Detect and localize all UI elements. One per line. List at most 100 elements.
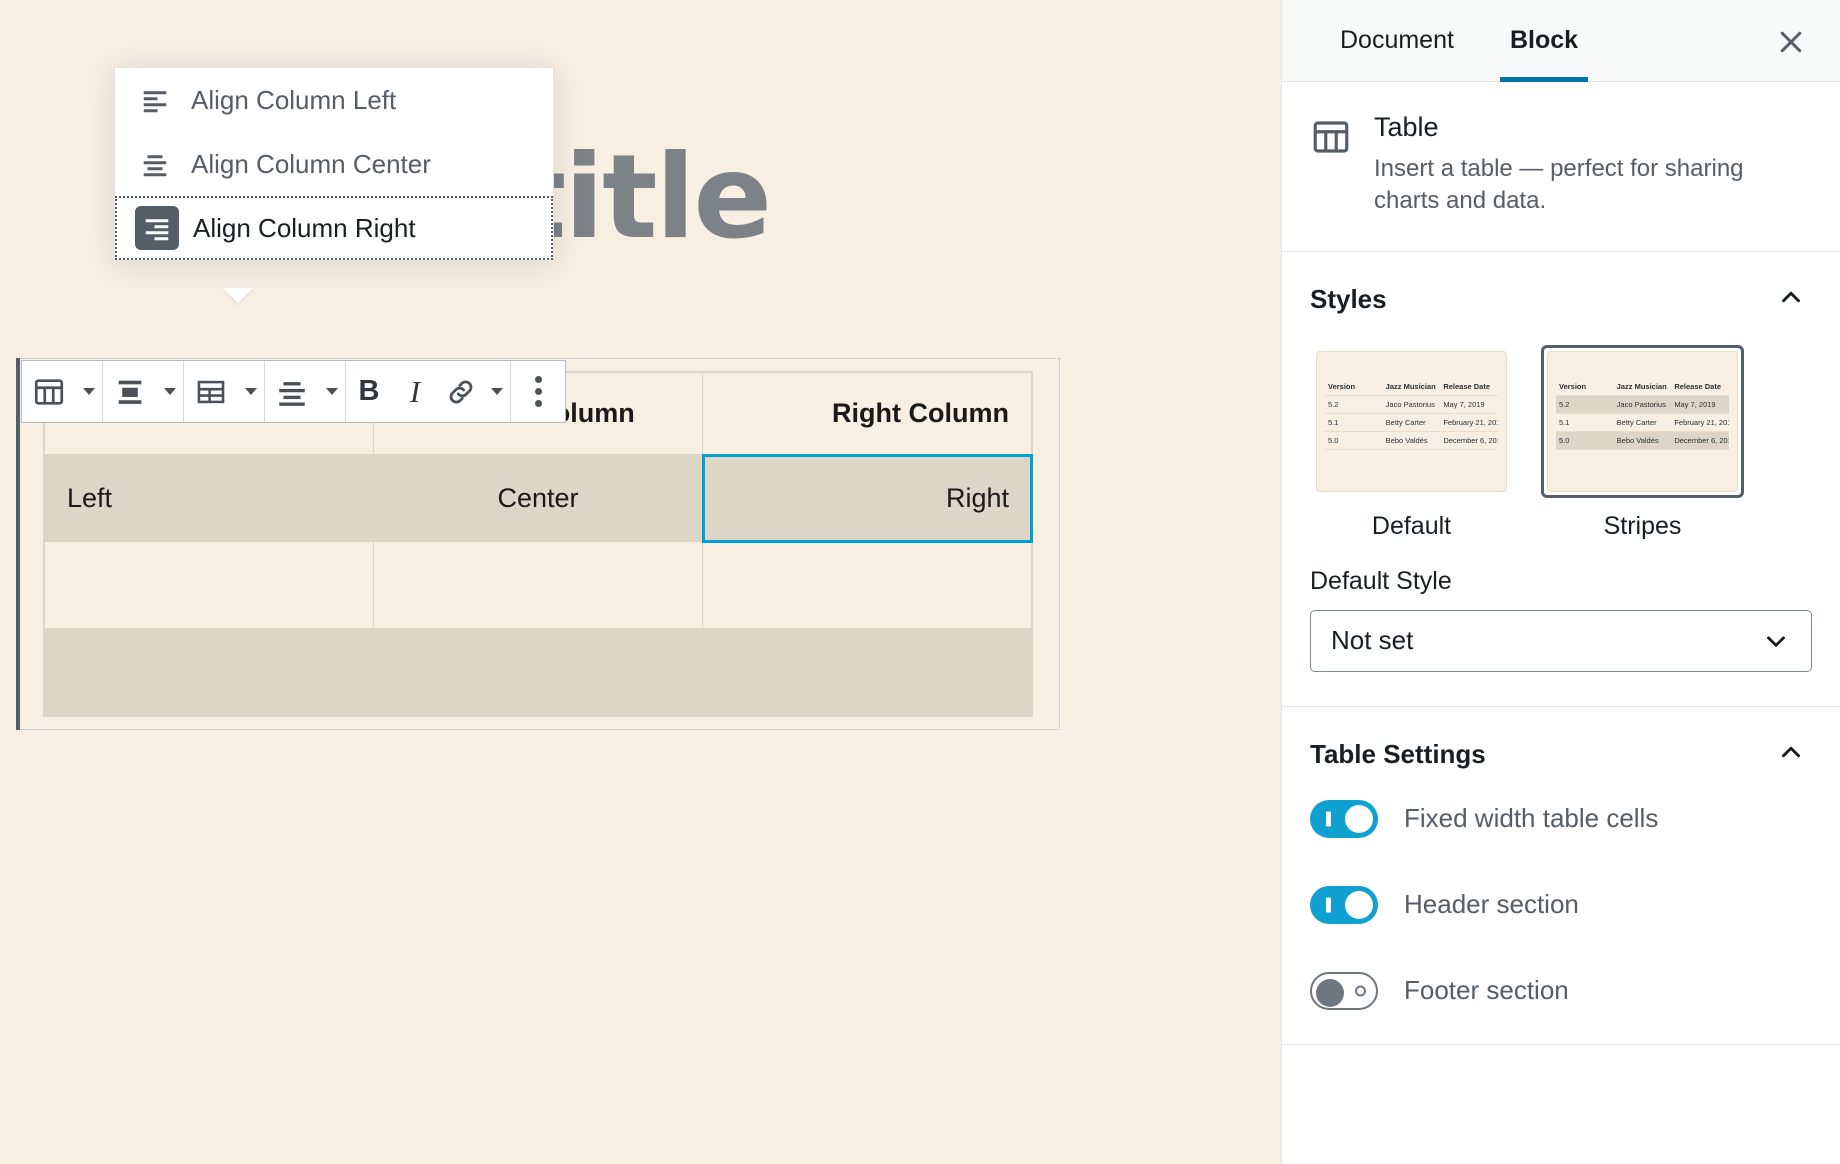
toggle-knob — [1345, 891, 1373, 919]
table-settings-panel-title: Table Settings — [1310, 739, 1486, 770]
style-preview-stripes: Version Jazz Musician Release Date 5.2 J… — [1541, 345, 1744, 498]
styles-panel-title: Styles — [1310, 284, 1387, 315]
table-cell[interactable] — [45, 542, 374, 629]
menu-item-label: Align Column Right — [193, 213, 416, 244]
chevron-up-icon — [1776, 737, 1806, 772]
toggle-label: Header section — [1404, 889, 1579, 920]
edit-table-caret-icon[interactable] — [238, 361, 264, 422]
caret-down-icon — [326, 388, 338, 395]
menu-item-align-column-right[interactable]: Align Column Right — [115, 196, 553, 260]
table-cell[interactable] — [45, 629, 374, 716]
block-align-caret-icon[interactable] — [157, 361, 183, 422]
preview-cell: 5.1 — [1556, 413, 1614, 431]
toggle-row-header-section: Header section — [1310, 886, 1812, 924]
column-alignment-button[interactable] — [265, 361, 319, 422]
table-cell[interactable]: Left — [45, 455, 374, 542]
header-section-toggle[interactable] — [1310, 886, 1378, 924]
gutenberg-editor-screen: title Left Column Center Column Right Co… — [0, 0, 1840, 1164]
caret-down-icon — [164, 388, 176, 395]
style-preview-default: Version Jazz Musician Release Date 5.2 J… — [1310, 345, 1513, 498]
style-option-default[interactable]: Version Jazz Musician Release Date 5.2 J… — [1310, 345, 1513, 541]
preview-cell: Betty Carter — [1614, 413, 1672, 431]
table-cell[interactable] — [374, 629, 703, 716]
table-icon — [1310, 112, 1352, 217]
menu-item-align-column-center[interactable]: Align Column Center — [115, 132, 553, 196]
sidebar-tabs: Document Block — [1282, 0, 1840, 82]
default-style-select[interactable]: Not set — [1310, 610, 1812, 672]
popover-tail — [223, 288, 253, 303]
table-cell[interactable] — [703, 542, 1032, 629]
table-row — [45, 629, 1032, 716]
table-cell[interactable] — [374, 542, 703, 629]
preview-header-cell: Version — [1325, 372, 1383, 396]
more-options-button[interactable] — [511, 361, 565, 422]
block-title: Table — [1374, 112, 1806, 143]
preview-cell: December 6, 2018 — [1440, 431, 1498, 449]
more-rich-text-caret-icon[interactable] — [484, 361, 510, 422]
block-description: Insert a table — perfect for sharing cha… — [1374, 153, 1806, 217]
fixed-width-toggle[interactable] — [1310, 800, 1378, 838]
italic-button[interactable]: I — [392, 361, 438, 422]
table-header-cell[interactable]: Right Column — [703, 373, 1032, 455]
edit-table-button[interactable] — [184, 361, 238, 422]
bold-label: B — [359, 377, 380, 406]
preview-row: 5.0 Bebo Valdés December 6, 2018 — [1556, 431, 1729, 449]
toggle-on-mark — [1326, 897, 1331, 912]
style-variations: Version Jazz Musician Release Date 5.2 J… — [1310, 345, 1812, 541]
toolbar-group-more — [511, 361, 565, 422]
vertical-dots-icon — [535, 376, 542, 407]
style-option-stripes[interactable]: Version Jazz Musician Release Date 5.2 J… — [1541, 345, 1744, 541]
tab-document[interactable]: Document — [1312, 0, 1482, 82]
align-center-icon — [133, 142, 177, 186]
tab-block[interactable]: Block — [1482, 0, 1606, 82]
toggle-label: Fixed width table cells — [1404, 803, 1658, 834]
block-type-caret-icon[interactable] — [76, 361, 102, 422]
style-preview-inner: Version Jazz Musician Release Date 5.2 J… — [1547, 351, 1738, 492]
preview-table: Version Jazz Musician Release Date 5.2 J… — [1556, 372, 1729, 450]
toggle-knob — [1316, 979, 1344, 1007]
styles-panel: Styles Version — [1282, 252, 1840, 707]
preview-cell: Bebo Valdés — [1614, 431, 1672, 449]
table-body: Left Center Right — [45, 455, 1032, 716]
preview-cell: Jaco Pastorius — [1614, 395, 1672, 413]
preview-header-cell: Release Date — [1440, 372, 1498, 396]
table-settings-panel-body: Fixed width table cells Header section F… — [1282, 800, 1840, 1044]
toggle-row-fixed-width: Fixed width table cells — [1310, 800, 1812, 838]
change-alignment-button[interactable] — [103, 361, 157, 422]
style-option-label: Stripes — [1541, 512, 1744, 541]
menu-item-label: Align Column Center — [191, 149, 431, 180]
style-option-label: Default — [1310, 512, 1513, 541]
preview-table: Version Jazz Musician Release Date 5.2 J… — [1325, 372, 1498, 450]
toolbar-group-edit-table — [184, 361, 265, 422]
preview-cell: 5.0 — [1325, 431, 1383, 449]
menu-item-align-column-left[interactable]: Align Column Left — [115, 68, 553, 132]
italic-label: I — [410, 376, 420, 407]
block-toolbar: B I — [21, 360, 566, 423]
caret-down-icon — [245, 388, 257, 395]
table-settings-panel-header[interactable]: Table Settings — [1282, 707, 1840, 800]
caret-down-icon — [491, 388, 503, 395]
table-block-type-button[interactable] — [22, 361, 76, 422]
footer-section-toggle[interactable] — [1310, 972, 1378, 1010]
preview-cell: February 21, 2019 — [1440, 413, 1498, 431]
table-cell[interactable] — [703, 629, 1032, 716]
preview-cell: May 7, 2019 — [1440, 395, 1498, 413]
toolbar-group-block-type — [22, 361, 103, 422]
table-cell[interactable]: Center — [374, 455, 703, 542]
column-align-caret-icon[interactable] — [319, 361, 345, 422]
close-settings-button[interactable] — [1768, 19, 1814, 65]
preview-cell: 5.0 — [1556, 431, 1614, 449]
preview-header-cell: Jazz Musician — [1383, 372, 1441, 396]
content-table: Left Column Center Column Right Column L… — [44, 372, 1032, 716]
toggle-label: Footer section — [1404, 975, 1569, 1006]
table-cell-selected[interactable]: Right — [703, 455, 1032, 542]
preview-header-cell: Release Date — [1671, 372, 1729, 396]
table-row: Left Center Right — [45, 455, 1032, 542]
block-card: Table Insert a table — perfect for shari… — [1282, 82, 1840, 252]
styles-panel-header[interactable]: Styles — [1282, 252, 1840, 345]
bold-button[interactable]: B — [346, 361, 392, 422]
block-card-text: Table Insert a table — perfect for shari… — [1374, 112, 1806, 217]
link-button[interactable] — [438, 361, 484, 422]
editor-canvas: title Left Column Center Column Right Co… — [0, 0, 1281, 1164]
preview-header-cell: Jazz Musician — [1614, 372, 1672, 396]
